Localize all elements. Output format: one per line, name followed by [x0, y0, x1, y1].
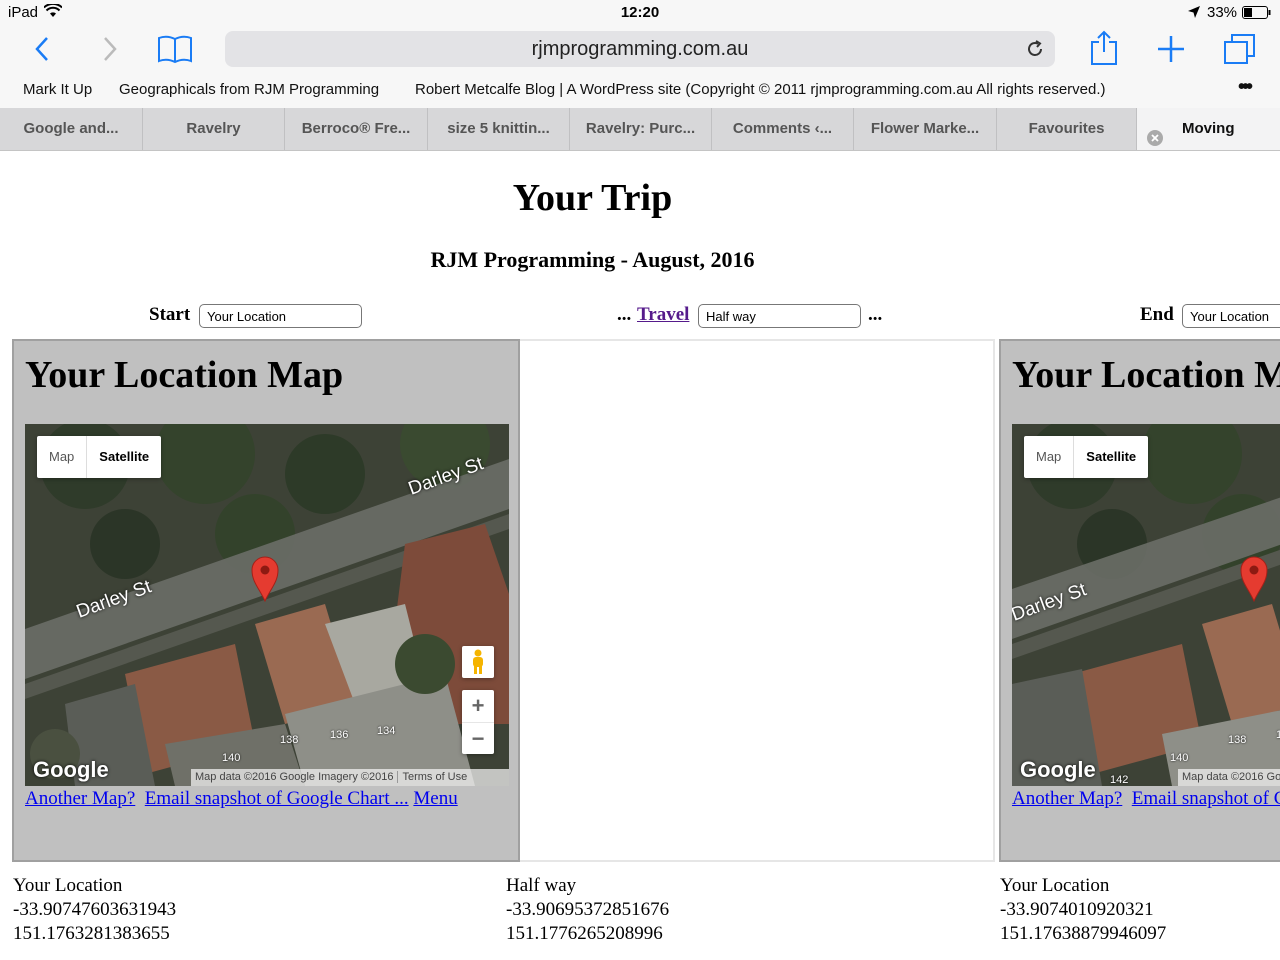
forward-icon[interactable] [102, 36, 118, 67]
house-number: 136 [330, 729, 349, 741]
another-map-link[interactable]: Another Map? [1012, 788, 1122, 809]
satellite-map[interactable]: Map Satellite Darley St Darley St 138 136… [25, 424, 509, 786]
tab-favourites[interactable]: Favourites [997, 108, 1137, 150]
more-bookmarks-icon[interactable]: ••• [1238, 76, 1253, 99]
map-attribution: Map data ©2016 Google Imagery ©2016 [1178, 769, 1280, 786]
panel-links: Another Map? Email snapshot of Google Ch… [1012, 788, 1280, 810]
battery-percent: 33% [1207, 4, 1238, 21]
travel-frame [520, 339, 995, 862]
travel-suffix: ... [868, 304, 883, 325]
house-number: 140 [1170, 752, 1189, 764]
longitude: 151.17638879946097 [1000, 923, 1167, 944]
street-view-pegman-icon[interactable] [462, 646, 494, 678]
map-type-map[interactable]: Map [37, 436, 88, 478]
latitude: -33.9074010920321 [1000, 899, 1154, 920]
house-number: 142 [1110, 774, 1129, 786]
panel-title: Your Location Map [25, 354, 344, 396]
google-logo: Google [1020, 757, 1096, 782]
email-snapshot-link[interactable]: Email snapshot of Google Chart ... [1132, 788, 1280, 809]
tab-google[interactable]: Google and... [0, 108, 143, 150]
zoom-in-icon[interactable]: + [462, 690, 494, 723]
close-tab-icon[interactable] [1147, 121, 1163, 150]
house-number: 140 [222, 752, 241, 764]
end-input[interactable] [1182, 304, 1280, 328]
start-input[interactable] [199, 304, 362, 328]
tab-moving[interactable]: Moving [1137, 108, 1280, 150]
house-number: 136 [1276, 729, 1280, 741]
latitude: -33.90695372851676 [506, 899, 670, 920]
halfway-coordinates: Half way -33.90695372851676 151.17762652… [506, 874, 669, 946]
map-attribution: Map data ©2016 Google Imagery ©2016 Terms… [191, 769, 509, 786]
new-tab-icon[interactable] [1157, 35, 1185, 68]
menu-link[interactable]: Menu [413, 788, 457, 809]
reload-icon[interactable] [1025, 39, 1045, 64]
address-bar[interactable]: rjmprogramming.com.au [225, 31, 1055, 67]
clock: 12:20 [620, 4, 660, 21]
location-name: Your Location [13, 875, 123, 896]
start-label: Start [149, 304, 191, 325]
longitude: 151.1763281383655 [13, 923, 170, 944]
latitude: -33.90747603631943 [13, 899, 177, 920]
favorites-bar: Mark It Up Geographicals from RJM Progra… [0, 72, 1280, 108]
travel-prefix: ... [617, 304, 632, 325]
tab-knitting[interactable]: size 5 knittin... [428, 108, 570, 150]
start-coordinates: Your Location -33.90747603631943 151.176… [13, 874, 176, 946]
map-type-satellite[interactable]: Satellite [1074, 436, 1148, 478]
bookmark-item[interactable]: Robert Metcalfe Blog | A WordPress site … [415, 81, 1106, 98]
page-title: Your Trip [512, 177, 673, 219]
map-marker-icon[interactable] [251, 556, 279, 607]
location-name: Your Location [1000, 875, 1110, 896]
house-number: 134 [377, 725, 396, 737]
location-arrow-icon [1188, 5, 1200, 22]
start-map-panel: Your Location Map Map Satellite Darley St… [12, 339, 520, 862]
url-text: rjmprogramming.com.au [531, 38, 749, 60]
house-number: 138 [280, 734, 299, 746]
location-name: Half way [506, 875, 577, 896]
terms-of-use-link[interactable]: Terms of Use [397, 771, 472, 783]
panel-links: Another Map? Email snapshot of Google Ch… [25, 788, 458, 810]
tab-ravelry-purchase[interactable]: Ravelry: Purc... [570, 108, 712, 150]
end-label: End [1140, 304, 1174, 325]
map-data-text: Map data ©2016 Google Imagery ©2016 [195, 771, 394, 783]
satellite-map[interactable]: MapSatellite Darley St 138 136 140 142 G… [1012, 424, 1280, 786]
bookmark-item[interactable]: Mark It Up [23, 81, 92, 98]
travel-input[interactable] [698, 304, 861, 328]
tab-label: Moving [1182, 120, 1235, 137]
tab-comments[interactable]: Comments ‹... [712, 108, 854, 150]
tab-berroco[interactable]: Berroco® Fre... [285, 108, 428, 150]
tab-flower-market[interactable]: Flower Marke... [854, 108, 997, 150]
end-map-panel: Your Location Map MapSatellite Darley St… [999, 339, 1280, 862]
tab-ravelry[interactable]: Ravelry [143, 108, 285, 150]
bookmark-item[interactable]: Geographicals from RJM Programming [119, 81, 379, 98]
another-map-link[interactable]: Another Map? [25, 788, 135, 809]
tabs-icon[interactable] [1223, 33, 1257, 70]
map-marker-icon[interactable] [1240, 556, 1268, 607]
map-type-control: Map Satellite [1024, 436, 1149, 478]
battery-icon [1242, 6, 1272, 23]
panel-title: Your Location Map [1012, 354, 1280, 396]
map-type-satellite[interactable]: Satellite [87, 436, 161, 478]
share-icon[interactable] [1090, 30, 1118, 71]
end-coordinates: Your Location -33.9074010920321 151.1763… [1000, 874, 1166, 946]
google-logo: Google [33, 757, 109, 782]
longitude: 151.1776265208996 [506, 923, 663, 944]
map-type-control: Map Satellite [37, 436, 162, 478]
back-icon[interactable] [34, 36, 50, 67]
zoom-out-icon[interactable]: − [462, 723, 494, 754]
status-bar: iPad 12:20 33% [0, 0, 1280, 26]
page-subtitle: RJM Programming - August, 2016 [430, 247, 755, 272]
email-snapshot-link[interactable]: Email snapshot of Google Chart ... [145, 788, 409, 809]
map-type-map[interactable]: Map [1024, 436, 1075, 478]
browser-toolbar: rjmprogramming.com.au [0, 26, 1280, 72]
zoom-control: + − [462, 690, 494, 754]
tab-bar: Google and... Ravelry Berroco® Fre... si… [0, 108, 1280, 151]
house-number: 138 [1228, 734, 1247, 746]
travel-link[interactable]: Travel [637, 304, 689, 326]
bookmarks-icon[interactable] [157, 34, 193, 69]
map-data-text: Map data ©2016 Google Imagery ©2016 [1182, 771, 1280, 783]
